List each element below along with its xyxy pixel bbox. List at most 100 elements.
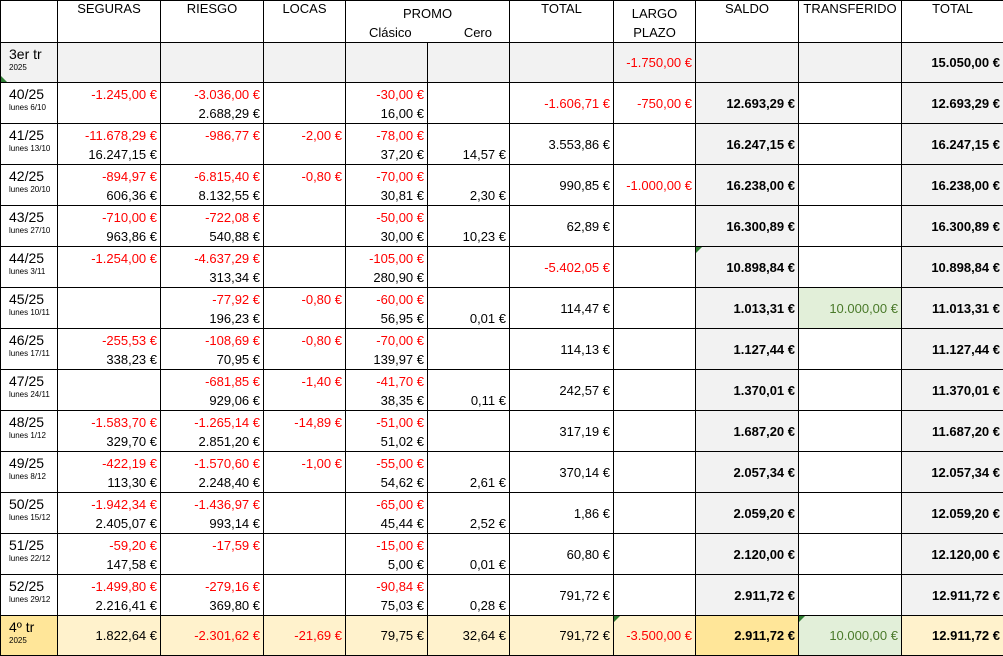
clasico-cell[interactable]: -55,00 €54,62 € bbox=[346, 452, 428, 493]
cero-cell[interactable] bbox=[428, 329, 510, 370]
locas-cell[interactable]: -2,00 € bbox=[264, 124, 346, 165]
clasico-cell[interactable]: -78,00 €37,20 € bbox=[346, 124, 428, 165]
seguras-cell[interactable]: -59,20 €147,58 € bbox=[58, 534, 161, 575]
riesgo-cell[interactable]: -77,92 €196,23 € bbox=[161, 288, 264, 329]
locas-cell[interactable] bbox=[264, 575, 346, 616]
clasico-cell[interactable]: -105,00 €280,90 € bbox=[346, 247, 428, 288]
largo-plazo-cell[interactable] bbox=[614, 370, 696, 411]
q4-clasico-cell[interactable]: 79,75 € bbox=[346, 616, 428, 656]
riesgo-cell[interactable]: -681,85 €929,06 € bbox=[161, 370, 264, 411]
week-cell[interactable]: 41/25lunes 13/10 bbox=[1, 124, 58, 165]
q4-cero-cell[interactable]: 32,64 € bbox=[428, 616, 510, 656]
largo-plazo-cell[interactable] bbox=[614, 452, 696, 493]
largo-plazo-cell[interactable]: -1.000,00 € bbox=[614, 165, 696, 206]
total-cell[interactable]: 791,72 € bbox=[510, 575, 614, 616]
total-cell[interactable]: 62,89 € bbox=[510, 206, 614, 247]
q3-clasico-cell[interactable] bbox=[346, 43, 428, 83]
seguras-cell[interactable]: -1.245,00 € bbox=[58, 83, 161, 124]
clasico-cell[interactable]: -70,00 €30,81 € bbox=[346, 165, 428, 206]
cero-cell[interactable]: 14,57 € bbox=[428, 124, 510, 165]
seguras-cell[interactable]: -1.499,80 €2.216,41 € bbox=[58, 575, 161, 616]
header-riesgo[interactable]: RIESGO bbox=[161, 1, 264, 43]
locas-cell[interactable] bbox=[264, 206, 346, 247]
total-cell[interactable]: 114,47 € bbox=[510, 288, 614, 329]
total-cell[interactable]: 114,13 € bbox=[510, 329, 614, 370]
locas-cell[interactable]: -1,00 € bbox=[264, 452, 346, 493]
total2-cell[interactable]: 12.057,34 € bbox=[902, 452, 1003, 493]
riesgo-cell[interactable]: -3.036,00 €2.688,29 € bbox=[161, 83, 264, 124]
seguras-cell[interactable] bbox=[58, 288, 161, 329]
seguras-cell[interactable]: -1.942,34 €2.405,07 € bbox=[58, 493, 161, 534]
header-seguras[interactable]: SEGURAS bbox=[58, 1, 161, 43]
transferido-cell[interactable] bbox=[799, 83, 902, 124]
seguras-cell[interactable]: -1.254,00 € bbox=[58, 247, 161, 288]
cero-cell[interactable] bbox=[428, 247, 510, 288]
saldo-cell[interactable]: 16.300,89 € bbox=[696, 206, 799, 247]
total-cell[interactable]: 3.553,86 € bbox=[510, 124, 614, 165]
q4-seguras-cell[interactable]: 1.822,64 € bbox=[58, 616, 161, 656]
locas-cell[interactable]: -0,80 € bbox=[264, 288, 346, 329]
q3-total-cell[interactable] bbox=[510, 43, 614, 83]
total2-cell[interactable]: 11.370,01 € bbox=[902, 370, 1003, 411]
q4-total2-cell[interactable]: 12.911,72 € bbox=[902, 616, 1003, 656]
riesgo-cell[interactable]: -1.436,97 €993,14 € bbox=[161, 493, 264, 534]
week-cell[interactable]: 46/25lunes 17/11 bbox=[1, 329, 58, 370]
transferido-cell[interactable] bbox=[799, 124, 902, 165]
q3-riesgo-cell[interactable] bbox=[161, 43, 264, 83]
q4-saldo-cell[interactable]: 2.911,72 € bbox=[696, 616, 799, 656]
riesgo-cell[interactable]: -6.815,40 €8.132,55 € bbox=[161, 165, 264, 206]
q4-riesgo-cell[interactable]: -2.301,62 € bbox=[161, 616, 264, 656]
saldo-cell[interactable]: 2.911,72 € bbox=[696, 575, 799, 616]
locas-cell[interactable] bbox=[264, 247, 346, 288]
cero-cell[interactable]: 2,52 € bbox=[428, 493, 510, 534]
week-cell[interactable]: 40/25lunes 6/10 bbox=[1, 83, 58, 124]
largo-plazo-cell[interactable] bbox=[614, 411, 696, 452]
saldo-cell[interactable]: 12.693,29 € bbox=[696, 83, 799, 124]
saldo-cell[interactable]: 2.059,20 € bbox=[696, 493, 799, 534]
week-cell[interactable]: 44/25lunes 3/11 bbox=[1, 247, 58, 288]
cero-cell[interactable]: 0,01 € bbox=[428, 288, 510, 329]
header-corner[interactable] bbox=[1, 1, 58, 43]
q3-cero-cell[interactable] bbox=[428, 43, 510, 83]
total-cell[interactable]: 990,85 € bbox=[510, 165, 614, 206]
total2-cell[interactable]: 12.059,20 € bbox=[902, 493, 1003, 534]
total2-cell[interactable]: 16.300,89 € bbox=[902, 206, 1003, 247]
header-promo[interactable]: PROMO Clásico Cero bbox=[346, 1, 510, 43]
week-cell[interactable]: 45/25lunes 10/11 bbox=[1, 288, 58, 329]
riesgo-cell[interactable]: -1.265,14 €2.851,20 € bbox=[161, 411, 264, 452]
cero-cell[interactable] bbox=[428, 83, 510, 124]
transferido-cell[interactable] bbox=[799, 452, 902, 493]
seguras-cell[interactable]: -710,00 €963,86 € bbox=[58, 206, 161, 247]
total-cell[interactable]: 60,80 € bbox=[510, 534, 614, 575]
total2-cell[interactable]: 12.693,29 € bbox=[902, 83, 1003, 124]
riesgo-cell[interactable]: -722,08 €540,88 € bbox=[161, 206, 264, 247]
q3-seguras-cell[interactable] bbox=[58, 43, 161, 83]
total-cell[interactable]: 242,57 € bbox=[510, 370, 614, 411]
week-cell[interactable]: 52/25lunes 29/12 bbox=[1, 575, 58, 616]
week-cell[interactable]: 47/25lunes 24/11 bbox=[1, 370, 58, 411]
total-cell[interactable]: 317,19 € bbox=[510, 411, 614, 452]
riesgo-cell[interactable]: -279,16 €369,80 € bbox=[161, 575, 264, 616]
locas-cell[interactable]: -0,80 € bbox=[264, 165, 346, 206]
cero-cell[interactable] bbox=[428, 411, 510, 452]
cero-cell[interactable]: 10,23 € bbox=[428, 206, 510, 247]
riesgo-cell[interactable]: -986,77 € bbox=[161, 124, 264, 165]
saldo-cell[interactable]: 1.370,01 € bbox=[696, 370, 799, 411]
seguras-cell[interactable]: -255,53 €338,23 € bbox=[58, 329, 161, 370]
total-cell[interactable]: 370,14 € bbox=[510, 452, 614, 493]
week-cell[interactable]: 49/25lunes 8/12 bbox=[1, 452, 58, 493]
locas-cell[interactable] bbox=[264, 493, 346, 534]
q3-total2-cell[interactable]: 15.050,00 € bbox=[902, 43, 1003, 83]
largo-plazo-cell[interactable] bbox=[614, 329, 696, 370]
total2-cell[interactable]: 11.127,44 € bbox=[902, 329, 1003, 370]
week-cell[interactable]: 48/25lunes 1/12 bbox=[1, 411, 58, 452]
transferido-cell[interactable] bbox=[799, 411, 902, 452]
transferido-cell[interactable] bbox=[799, 247, 902, 288]
cero-cell[interactable]: 0,11 € bbox=[428, 370, 510, 411]
transferido-cell[interactable]: 10.000,00 € bbox=[799, 288, 902, 329]
clasico-cell[interactable]: -65,00 €45,44 € bbox=[346, 493, 428, 534]
riesgo-cell[interactable]: -17,59 € bbox=[161, 534, 264, 575]
total2-cell[interactable]: 11.687,20 € bbox=[902, 411, 1003, 452]
largo-plazo-cell[interactable]: -750,00 € bbox=[614, 83, 696, 124]
q4-locas-cell[interactable]: -21,69 € bbox=[264, 616, 346, 656]
